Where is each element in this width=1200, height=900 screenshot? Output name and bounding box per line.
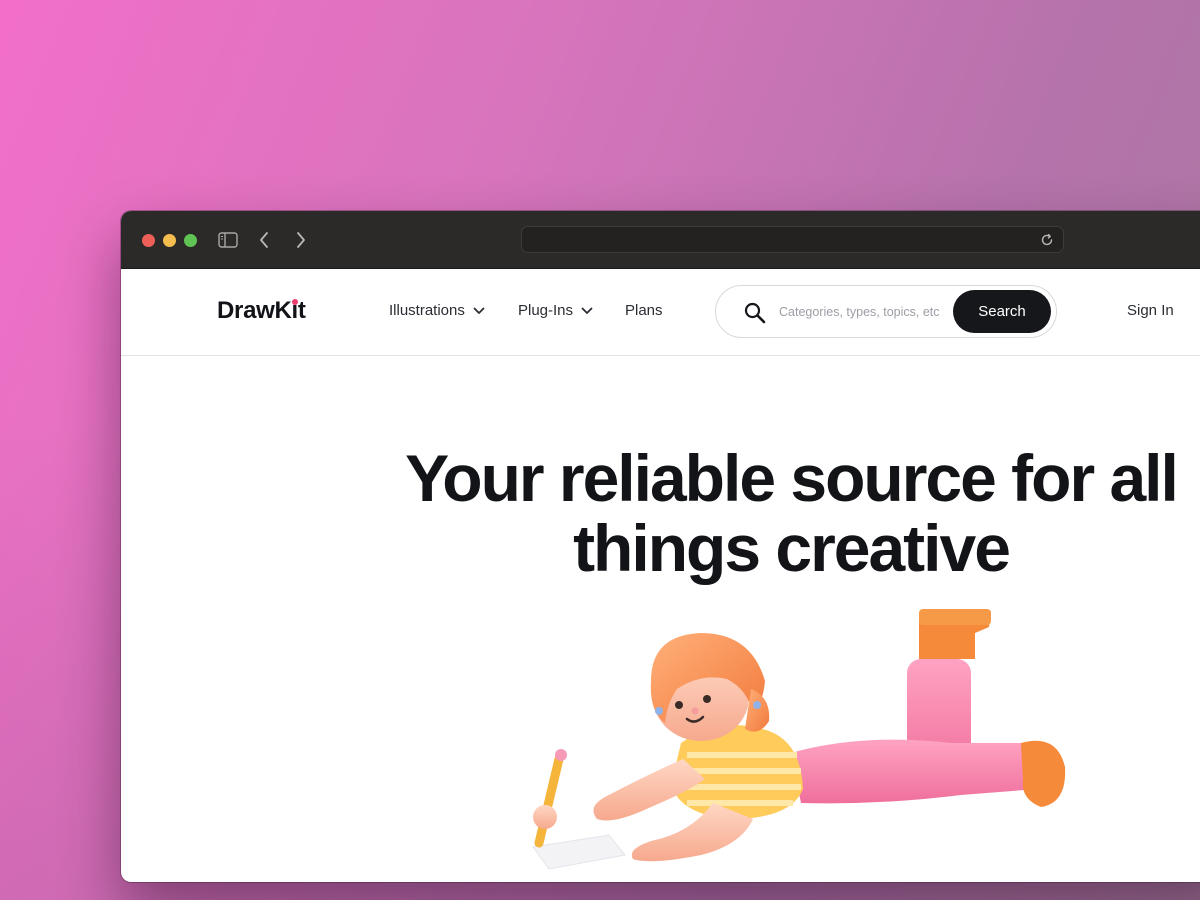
nav-illustrations-label: Illustrations xyxy=(389,302,465,319)
chevron-down-icon xyxy=(581,307,593,314)
logo-accent-letter: i xyxy=(291,297,299,324)
logo-text: DrawKi t xyxy=(217,297,306,324)
hero-title-line-1: Your reliable source for all xyxy=(405,441,1179,515)
close-window-button[interactable] xyxy=(142,234,155,247)
nav-plans-label: Plans xyxy=(625,302,663,319)
logo-accent-dot xyxy=(291,299,298,305)
sidebar-toggle-icon[interactable] xyxy=(216,227,240,253)
browser-window: DrawKi t Illustrations Plug-Ins Plans Ca… xyxy=(121,211,1200,882)
minimize-window-button[interactable] xyxy=(163,234,176,247)
nav-illustrations[interactable]: Illustrations xyxy=(389,302,485,319)
sign-in-link[interactable]: Sign In xyxy=(1127,302,1174,319)
nav-plans[interactable]: Plans xyxy=(625,302,663,319)
nav-plugins[interactable]: Plug-Ins xyxy=(518,302,593,319)
search-input[interactable] xyxy=(779,302,939,322)
browser-titlebar xyxy=(121,211,1200,269)
hero-title: Your reliable source for all things crea… xyxy=(361,443,1200,583)
search-button[interactable]: Search xyxy=(953,290,1051,333)
site-header: DrawKi t Illustrations Plug-Ins Plans Ca… xyxy=(121,269,1200,356)
search-bar: Search xyxy=(715,285,1057,338)
chevron-down-icon xyxy=(473,307,485,314)
girl-drawing-illustration xyxy=(532,609,1066,870)
chevron-right-icon[interactable] xyxy=(291,227,311,253)
nav-plugins-label: Plug-Ins xyxy=(518,302,574,319)
address-bar[interactable] xyxy=(521,226,1064,253)
reload-icon[interactable] xyxy=(1039,232,1055,248)
zoom-window-button[interactable] xyxy=(184,234,197,247)
search-icon xyxy=(743,301,767,325)
drawkit-logo[interactable]: DrawKi t xyxy=(217,297,306,325)
hero-title-line-2: things creative xyxy=(573,511,1011,585)
chevron-left-icon[interactable] xyxy=(254,227,274,253)
